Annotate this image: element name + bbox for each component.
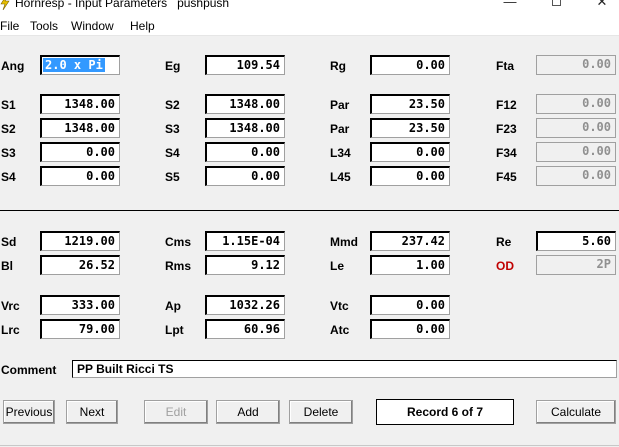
menu-file[interactable]: File (0, 19, 19, 33)
label-f23: F23 (496, 122, 517, 136)
label-atc: Atc (330, 323, 350, 337)
field-s1[interactable]: 1348.00 (40, 94, 120, 114)
field-l34[interactable]: 0.00 (370, 142, 450, 162)
field-s5[interactable]: 0.00 (205, 166, 285, 186)
field-l45[interactable]: 0.00 (370, 166, 450, 186)
label-mmd: Mmd (330, 235, 358, 249)
field-ang[interactable]: 2.0 x Pi (40, 55, 120, 75)
field-f12: 0.00 (536, 94, 616, 114)
label-s4: S4 (165, 146, 180, 160)
label-od: OD (496, 259, 514, 273)
title-bar: Hornresp - Input Parameters pushpush — ✕ (0, 0, 619, 14)
label-s3: S3 (165, 122, 180, 136)
add-button[interactable]: Add (216, 400, 280, 424)
field-rms[interactable]: 9.12 (205, 255, 285, 275)
label-eg: Eg (165, 59, 181, 73)
menu-window[interactable]: Window (71, 19, 114, 33)
label-s3-left: S3 (1, 146, 16, 160)
label-fta: Fta (496, 59, 514, 73)
field-eg[interactable]: 109.54 (205, 55, 285, 75)
label-rms: Rms (165, 259, 192, 273)
field-le[interactable]: 1.00 (370, 255, 450, 275)
menu-bar: File Tools Window Help (0, 14, 619, 36)
maximize-icon (551, 0, 561, 6)
edit-button[interactable]: Edit (144, 400, 208, 424)
label-s2-left: S2 (1, 122, 16, 136)
field-atc[interactable]: 0.00 (370, 319, 450, 339)
field-s3-left[interactable]: 0.00 (40, 142, 120, 162)
label-s2: S2 (165, 98, 180, 112)
field-cms[interactable]: 1.15E-04 (205, 231, 285, 251)
label-par-2: Par (330, 122, 350, 136)
menu-tools[interactable]: Tools (30, 19, 58, 33)
field-f45: 0.00 (536, 166, 616, 186)
label-l45: L45 (330, 170, 351, 184)
calculate-button[interactable]: Calculate (536, 400, 616, 424)
label-s1: S1 (1, 98, 16, 112)
menu-help[interactable]: Help (130, 19, 155, 33)
field-vtc[interactable]: 0.00 (370, 295, 450, 315)
label-f45: F45 (496, 170, 517, 184)
field-s2[interactable]: 1348.00 (205, 94, 285, 114)
field-par-1[interactable]: 23.50 (370, 94, 450, 114)
app-lightning-icon (0, 0, 10, 10)
label-lpt: Lpt (165, 323, 184, 337)
label-vtc: Vtc (330, 299, 349, 313)
field-sd[interactable]: 1219.00 (40, 231, 120, 251)
field-s4-left[interactable]: 0.00 (40, 166, 120, 186)
label-bl: Bl (1, 259, 13, 273)
label-l34: L34 (330, 146, 351, 160)
label-f12: F12 (496, 98, 517, 112)
label-f34: F34 (496, 146, 517, 160)
field-od: 2P (536, 255, 616, 275)
close-button[interactable]: ✕ (592, 0, 612, 10)
comment-field[interactable]: PP Built Ricci TS (72, 360, 617, 378)
next-button[interactable]: Next (66, 400, 118, 424)
label-le: Le (330, 259, 345, 273)
label-vrc: Vrc (1, 299, 20, 313)
field-f23: 0.00 (536, 118, 616, 138)
label-sd: Sd (1, 235, 17, 249)
field-s2-left[interactable]: 1348.00 (40, 118, 120, 138)
label-cms: Cms (165, 235, 192, 249)
previous-button[interactable]: Previous (3, 400, 55, 424)
label-re: Re (496, 235, 512, 249)
label-par-1: Par (330, 98, 350, 112)
field-bl[interactable]: 26.52 (40, 255, 120, 275)
label-ap: Ap (165, 299, 181, 313)
label-ang: Ang (1, 59, 25, 73)
field-fta: 0.00 (536, 55, 616, 75)
field-lrc[interactable]: 79.00 (40, 319, 120, 339)
field-mmd[interactable]: 237.42 (370, 231, 450, 251)
field-s3[interactable]: 1348.00 (205, 118, 285, 138)
bottom-edge (0, 445, 619, 446)
minimize-button[interactable]: — (500, 0, 520, 10)
field-lpt[interactable]: 60.96 (205, 319, 285, 339)
maximize-button[interactable] (546, 0, 566, 10)
label-lrc: Lrc (1, 323, 20, 337)
field-rg[interactable]: 0.00 (370, 55, 450, 75)
field-vrc[interactable]: 333.00 (40, 295, 120, 315)
field-f34: 0.00 (536, 142, 616, 162)
label-rg: Rg (330, 59, 346, 73)
field-ap[interactable]: 1032.26 (205, 295, 285, 315)
field-ang-selected-text: 2.0 x Pi (43, 58, 105, 72)
label-s5: S5 (165, 170, 180, 184)
section-divider (0, 210, 619, 211)
field-re[interactable]: 5.60 (536, 231, 616, 251)
field-par-2[interactable]: 23.50 (370, 118, 450, 138)
label-s4-left: S4 (1, 170, 16, 184)
label-comment: Comment (1, 363, 57, 377)
window-title: Hornresp - Input Parameters pushpush (15, 0, 230, 10)
record-indicator: Record 6 of 7 (376, 399, 514, 425)
delete-button[interactable]: Delete (289, 400, 353, 424)
field-s4[interactable]: 0.00 (205, 142, 285, 162)
